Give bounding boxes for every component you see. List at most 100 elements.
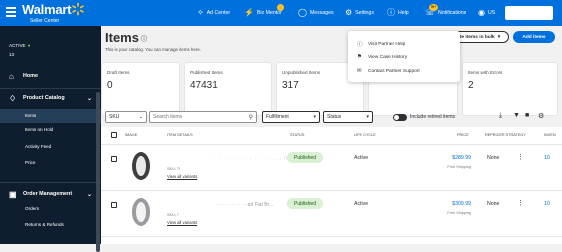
chevron-down-icon: ⌄ xyxy=(86,191,92,198)
view-all-variants-link[interactable]: View all variants xyxy=(167,174,197,179)
caret-down-icon: ▾ xyxy=(497,34,501,40)
info-icon[interactable]: ⓘ xyxy=(141,37,147,43)
life-cycle-value: Active xyxy=(354,155,369,161)
table-row[interactable]: · · · · · · · · · · ad Flat Br... SKU: 7… xyxy=(101,191,562,237)
view-all-variants-link[interactable]: View all variants xyxy=(167,220,197,225)
card-label: Items with Errors xyxy=(468,70,503,75)
notifications-badge: 99+ xyxy=(429,4,438,11)
search-type-select[interactable]: SKU ⌄ xyxy=(105,111,147,123)
caret-down-icon: ▾ xyxy=(366,114,369,120)
sidebar-item-orders[interactable]: Orders xyxy=(0,206,101,211)
card-value: 317 xyxy=(282,80,299,91)
nav-ad-center[interactable]: ✧ Ad Center xyxy=(197,9,230,17)
partner-id: 13 xyxy=(9,52,15,57)
menu-item-contact-partner-support[interactable]: ✉ Contact Partner Support xyxy=(357,68,420,74)
shipping-value: Free Shipping xyxy=(447,165,471,169)
sidebar-scrollbar[interactable] xyxy=(96,92,100,252)
search-input[interactable]: Search items ⚲ xyxy=(149,111,257,123)
account-box[interactable] xyxy=(505,6,553,20)
help-circle-icon: ⓘ xyxy=(357,42,363,48)
repricer-value: None xyxy=(487,201,500,207)
product-image[interactable] xyxy=(132,152,150,180)
col-repricer-strategy[interactable]: REPRICER STRATEGY xyxy=(485,133,526,137)
row-checkbox[interactable] xyxy=(111,202,117,208)
nav-help[interactable]: ⓘ Help xyxy=(387,9,409,17)
menu-item-visit-partner-help[interactable]: ⓘ Visit Partner Help xyxy=(357,40,406,49)
fulfillment-label: Fulfillment xyxy=(266,114,289,120)
ad-center-icon: ✧ xyxy=(197,8,204,17)
nav-biz-mentor[interactable]: ⚡ Biz Mentor xyxy=(244,9,282,17)
menu-item-view-case-history[interactable]: ⚑ View Case History xyxy=(357,54,407,60)
sidebar-item-product-catalog[interactable]: ♢ Product Catalog ⌄ xyxy=(0,92,101,104)
col-item-details[interactable]: ITEM DETAILS xyxy=(167,133,193,137)
orders-icon: ▣ xyxy=(9,189,17,199)
settings-icon[interactable]: ⚙ xyxy=(538,112,544,120)
status-badge: Published xyxy=(287,152,323,163)
price-value[interactable]: $309.99 xyxy=(431,201,471,207)
row-checkbox[interactable] xyxy=(111,156,117,162)
sidebar-item-items[interactable]: Items xyxy=(0,109,101,123)
nav-locale[interactable]: ◉ US xyxy=(478,9,495,17)
nav-settings[interactable]: ⚙ Settings xyxy=(345,9,374,17)
sidebar-item-home[interactable]: ⌂ Home xyxy=(0,70,101,82)
help-dropdown-menu: ⓘ Visit Partner Help ⚑ View Case History… xyxy=(348,31,460,82)
more-options-icon[interactable]: ⋮ xyxy=(517,199,524,207)
nav-notifications-label: Notifications xyxy=(438,10,467,16)
flag-icon: ◉ xyxy=(478,8,485,17)
active-dot-icon: ● xyxy=(27,43,31,48)
status-filter[interactable]: Status ▾ xyxy=(323,111,373,123)
flag-outline-icon: ⚑ xyxy=(357,54,362,60)
product-image[interactable] xyxy=(132,198,150,226)
filter-icon[interactable]: ▼ xyxy=(513,112,520,119)
inventory-value[interactable]: 10 xyxy=(544,201,550,207)
col-inventory[interactable]: INVEN xyxy=(544,133,556,137)
menu-item-label: View Case History xyxy=(368,54,408,60)
search-icon[interactable]: ⚲ xyxy=(249,114,253,121)
card-label: Unpublished Items xyxy=(282,70,321,75)
nav-messages[interactable]: ◯ Messages xyxy=(298,9,334,17)
price-value[interactable]: $289.99 xyxy=(431,155,471,161)
chevron-down-icon: ⌄ xyxy=(138,114,143,120)
download-icon[interactable]: ⤓ xyxy=(499,112,502,120)
page-title-text: Items xyxy=(105,30,139,45)
table-row[interactable]: · · · · · · · · · · · · ... ill ... SKU:… xyxy=(101,145,562,191)
filter-toolbar: SKU ⌄ Search items ⚲ Fulfillment ▾ Statu… xyxy=(101,107,562,128)
partner-status: ACTIVE ● xyxy=(9,43,30,48)
col-life-cycle: LIFE CYCLE xyxy=(354,133,376,137)
sidebar-item-order-management-label: Order Management xyxy=(23,191,73,197)
nav-locale-label: US xyxy=(487,10,496,16)
include-retired-label: Include retired items xyxy=(410,114,456,120)
delete-icon[interactable]: ■ xyxy=(525,112,529,119)
sidebar-item-price[interactable]: Price xyxy=(0,160,101,165)
item-title[interactable]: · · · · · · · · · · ad Flat Br... xyxy=(217,202,273,208)
biz-mentor-icon: ⚡ xyxy=(244,8,254,17)
items-table: IMAGE ITEM DETAILS STATUS LIFE CYCLE PRI… xyxy=(101,127,562,244)
nav-settings-label: Settings xyxy=(355,10,374,16)
col-status[interactable]: STATUS xyxy=(290,133,304,137)
inventory-value[interactable]: 10 xyxy=(544,155,550,161)
tag-icon: ♢ xyxy=(9,93,17,103)
biz-mentor-badge xyxy=(277,4,284,11)
col-price[interactable]: PRICE xyxy=(457,133,469,137)
sidebar-item-items-on-hold[interactable]: Items on Hold xyxy=(0,127,101,132)
select-all-checkbox[interactable] xyxy=(111,132,117,138)
fulfillment-filter[interactable]: Fulfillment ▾ xyxy=(262,111,320,123)
table-header: IMAGE ITEM DETAILS STATUS LIFE CYCLE PRI… xyxy=(101,127,562,145)
repricer-value: None xyxy=(487,155,500,161)
sidebar-item-activity-feed[interactable]: Activity Feed xyxy=(0,144,101,149)
status-badge: Published xyxy=(287,198,323,209)
sidebar: ACTIVE ● 13 ⌂ Home ♢ Product Catalog ⌄ It… xyxy=(0,26,101,252)
sidebar-item-product-catalog-label: Product Catalog xyxy=(23,95,65,101)
sidebar-item-order-management[interactable]: ▣ Order Management ⌄ xyxy=(0,188,101,200)
include-retired-toggle[interactable] xyxy=(393,114,407,121)
card-value: 2 xyxy=(468,80,474,91)
partner-status-label: ACTIVE xyxy=(9,43,26,48)
more-options-icon[interactable]: ⋮ xyxy=(517,153,524,161)
search-type-value: SKU xyxy=(109,114,120,120)
menu-item-label: Visit Partner Help xyxy=(368,41,406,47)
page-description: This is your catalog. You can manage ite… xyxy=(105,47,201,52)
nav-help-label: Help xyxy=(398,10,409,16)
sidebar-divider xyxy=(0,182,101,183)
add-items-button[interactable]: Add items xyxy=(513,31,555,43)
sidebar-item-returns-refunds[interactable]: Returns & Refunds xyxy=(0,222,101,227)
